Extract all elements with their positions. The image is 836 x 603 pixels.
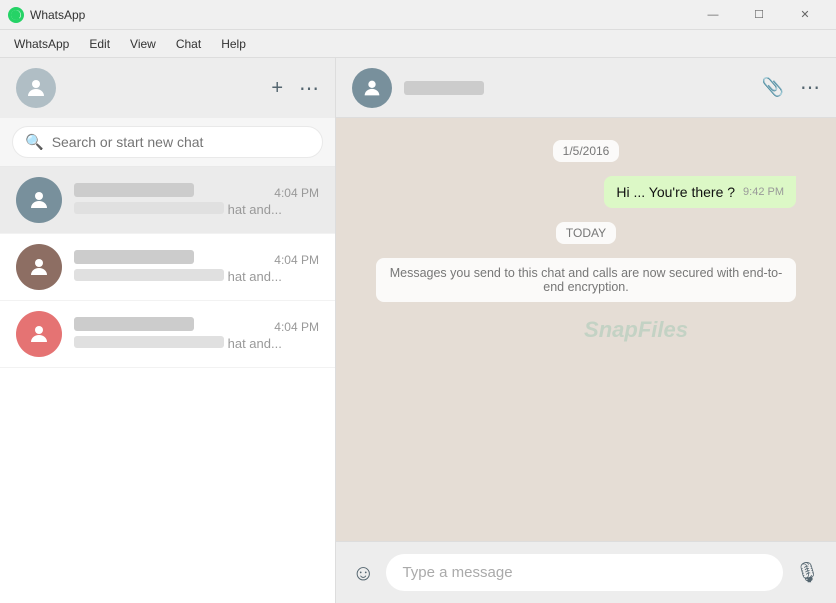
date-badge-today: TODAY: [556, 222, 616, 244]
avatar: [16, 311, 62, 357]
emoji-button[interactable]: ☺: [352, 560, 374, 586]
date-badge: 1/5/2016: [553, 140, 620, 162]
chat-menu-button[interactable]: ⋯: [800, 75, 820, 100]
messages-area: SnapFiles 1/5/2016 Hi ... You're there ?…: [336, 118, 836, 541]
search-input[interactable]: [52, 134, 310, 150]
search-inner: 🔍: [12, 126, 323, 158]
app-icon: [8, 7, 24, 23]
chat-preview: hat and...: [74, 269, 319, 284]
chat-time: 4:04 PM: [274, 320, 319, 334]
menu-edit[interactable]: Edit: [79, 33, 120, 55]
chat-time: 4:04 PM: [274, 186, 319, 200]
maximize-button[interactable]: ☐: [736, 0, 782, 30]
chat-item[interactable]: 4:04 PM hat and...: [0, 301, 335, 368]
info-text: Messages you send to this chat and calls…: [390, 266, 783, 294]
chat-name: [74, 183, 194, 197]
chat-item[interactable]: 4:04 PM hat and...: [0, 234, 335, 301]
message-bubble-info: Messages you send to this chat and calls…: [376, 258, 796, 302]
window-controls: — ☐ ✕: [690, 0, 828, 30]
message-time: 9:42 PM: [743, 186, 784, 198]
chat-name: [74, 250, 194, 264]
message-input[interactable]: [386, 554, 782, 591]
chat-top: 4:04 PM: [74, 183, 319, 200]
window-title: WhatsApp: [30, 8, 690, 22]
left-header-actions: + ⋯: [271, 76, 319, 101]
chat-preview: hat and...: [74, 336, 319, 351]
chat-info: 4:04 PM hat and...: [74, 183, 319, 217]
chat-preview-blur: [74, 269, 224, 281]
chat-info: 4:04 PM hat and...: [74, 250, 319, 284]
left-panel: + ⋯ 🔍 4:04 PM: [0, 58, 336, 603]
message-bubble-sent: Hi ... You're there ? 9:42 PM: [604, 176, 796, 208]
chat-preview-blur: [74, 336, 224, 348]
input-bar: ☺ 🎙: [336, 541, 836, 603]
right-panel: 📎 ⋯ SnapFiles 1/5/2016 Hi ... You're the…: [336, 58, 836, 603]
chat-preview: hat and...: [74, 202, 319, 217]
chat-header: 📎 ⋯: [336, 58, 836, 118]
watermark: SnapFiles: [584, 317, 688, 343]
chat-top: 4:04 PM: [74, 250, 319, 267]
app-body: + ⋯ 🔍 4:04 PM: [0, 58, 836, 603]
menu-view[interactable]: View: [120, 33, 166, 55]
mic-button[interactable]: 🎙: [795, 560, 820, 585]
avatar: [16, 244, 62, 290]
avatar: [16, 177, 62, 223]
chat-header-avatar: [352, 68, 392, 108]
menu-help[interactable]: Help: [211, 33, 256, 55]
menu-whatsapp[interactable]: WhatsApp: [4, 33, 79, 55]
minimize-button[interactable]: —: [690, 0, 736, 30]
close-button[interactable]: ✕: [782, 0, 828, 30]
chat-item[interactable]: 4:04 PM hat and...: [0, 167, 335, 234]
chat-top: 4:04 PM: [74, 317, 319, 334]
new-chat-button[interactable]: +: [271, 77, 283, 100]
message-text: Hi ... You're there ?: [616, 184, 735, 200]
menubar: WhatsApp Edit View Chat Help: [0, 30, 836, 58]
menu-chat[interactable]: Chat: [166, 33, 211, 55]
left-header: + ⋯: [0, 58, 335, 118]
profile-avatar[interactable]: [16, 68, 56, 108]
chat-info: 4:04 PM hat and...: [74, 317, 319, 351]
titlebar: WhatsApp — ☐ ✕: [0, 0, 836, 30]
chat-list: 4:04 PM hat and... 4: [0, 167, 335, 603]
attach-button[interactable]: 📎: [762, 77, 784, 98]
chat-preview-blur: [74, 202, 224, 214]
menu-dots-button[interactable]: ⋯: [299, 76, 319, 101]
search-icon: 🔍: [25, 133, 44, 151]
chat-name: [74, 317, 194, 331]
search-bar: 🔍: [0, 118, 335, 167]
chat-header-name: [404, 81, 484, 95]
chat-header-actions: 📎 ⋯: [762, 75, 820, 100]
chat-time: 4:04 PM: [274, 253, 319, 267]
